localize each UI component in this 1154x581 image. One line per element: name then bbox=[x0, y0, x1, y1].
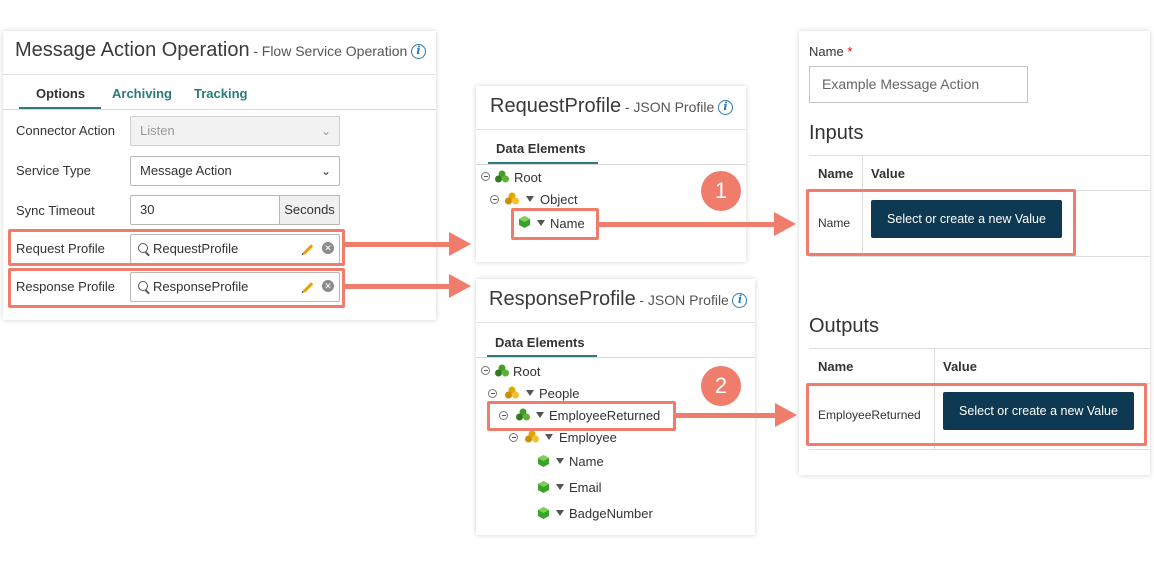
outputs-table-bottom bbox=[809, 449, 1150, 450]
tree-employee[interactable]: Employee bbox=[559, 430, 617, 445]
request-tab-divider bbox=[476, 164, 746, 165]
tab-active-indicator bbox=[19, 107, 101, 109]
response-profile-highlight bbox=[8, 268, 345, 308]
arrow-one-line bbox=[599, 222, 775, 227]
inputs-table-bottom bbox=[809, 256, 1150, 257]
outputs-title: Outputs bbox=[809, 315, 880, 337]
name-input[interactable]: Example Message Action bbox=[809, 66, 1028, 103]
arrow-response-line bbox=[345, 284, 450, 289]
arrow-request-head bbox=[449, 232, 471, 256]
tree-badge-number[interactable]: BadgeNumber bbox=[569, 506, 653, 521]
root-node-icon bbox=[495, 364, 509, 377]
outputs-row-highlight bbox=[806, 383, 1147, 446]
tree-people[interactable]: People bbox=[539, 386, 579, 401]
tab-options[interactable]: Options bbox=[36, 86, 85, 101]
arrow-request-line bbox=[345, 242, 450, 247]
collapse-icon[interactable] bbox=[481, 172, 490, 181]
employee-returned-highlight bbox=[487, 401, 676, 431]
sync-timeout-input[interactable]: 30 bbox=[130, 195, 280, 225]
object-node-icon bbox=[505, 192, 519, 205]
field-node-icon bbox=[538, 455, 549, 467]
response-title-row: ResponseProfile - JSON Profile i bbox=[489, 288, 748, 311]
response-title-divider bbox=[476, 322, 755, 323]
expand-triangle-icon[interactable] bbox=[556, 484, 564, 490]
info-icon[interactable]: i bbox=[732, 293, 748, 308]
outputs-col-name: Name bbox=[818, 359, 854, 374]
connector-action-value: Listen bbox=[140, 123, 175, 138]
service-type-select[interactable]: Message Action ⌄ bbox=[130, 156, 340, 186]
service-type-value: Message Action bbox=[140, 163, 232, 178]
arrow-two-head bbox=[775, 403, 797, 427]
expand-triangle-icon[interactable] bbox=[556, 510, 564, 516]
collapse-icon[interactable] bbox=[509, 433, 518, 442]
tree-email[interactable]: Email bbox=[569, 480, 602, 495]
operation-title-row: Message Action Operation - Flow Service … bbox=[15, 39, 426, 62]
people-node-icon bbox=[505, 386, 519, 399]
arrow-one-head bbox=[774, 212, 796, 236]
inputs-row-highlight bbox=[806, 189, 1076, 256]
expand-triangle-icon[interactable] bbox=[545, 434, 553, 440]
field-node-icon bbox=[538, 481, 549, 493]
tree-root[interactable]: Root bbox=[513, 364, 540, 379]
name-label-row: Name * bbox=[809, 44, 852, 59]
request-name-highlight bbox=[511, 208, 599, 240]
tree-root[interactable]: Root bbox=[514, 170, 541, 185]
info-icon[interactable]: i bbox=[410, 44, 426, 59]
inputs-col-value: Value bbox=[871, 166, 905, 181]
tree-name[interactable]: Name bbox=[569, 454, 604, 469]
expand-triangle-icon[interactable] bbox=[526, 390, 534, 396]
chevron-down-icon: ⌄ bbox=[320, 124, 331, 138]
expand-triangle-icon[interactable] bbox=[526, 196, 534, 202]
callout-one: 1 bbox=[701, 171, 741, 211]
operation-title: Message Action Operation bbox=[15, 39, 250, 61]
inputs-title: Inputs bbox=[809, 122, 864, 144]
outputs-col-value: Value bbox=[943, 359, 977, 374]
chevron-down-icon: ⌄ bbox=[320, 164, 331, 178]
outputs-table-top bbox=[809, 348, 1150, 349]
root-node-icon bbox=[495, 170, 509, 183]
request-profile-highlight bbox=[8, 229, 345, 266]
field-node-icon bbox=[538, 507, 549, 519]
tab-data-elements[interactable]: Data Elements bbox=[495, 335, 585, 350]
inputs-table-top bbox=[809, 155, 1150, 156]
required-mark: * bbox=[847, 44, 853, 59]
operation-subtitle: - Flow Service Operation bbox=[253, 43, 408, 59]
request-profile-subtitle: - JSON Profile bbox=[624, 99, 715, 115]
info-icon[interactable]: i bbox=[717, 100, 733, 115]
connector-action-label: Connector Action bbox=[16, 123, 116, 138]
tab-archiving[interactable]: Archiving bbox=[112, 86, 172, 101]
tree-object[interactable]: Object bbox=[540, 192, 578, 207]
request-profile-title: RequestProfile bbox=[490, 95, 622, 117]
arrow-response-head bbox=[449, 274, 471, 298]
tab-tracking[interactable]: Tracking bbox=[194, 86, 247, 101]
inputs-col-name: Name bbox=[818, 166, 854, 181]
sync-timeout-unit: Seconds bbox=[279, 195, 340, 225]
response-tab-divider bbox=[476, 357, 755, 358]
connector-action-select[interactable]: Listen ⌄ bbox=[130, 116, 340, 146]
request-title-divider bbox=[476, 129, 746, 130]
request-title-row: RequestProfile - JSON Profile i bbox=[490, 95, 733, 118]
collapse-icon[interactable] bbox=[490, 195, 499, 204]
arrow-two-line bbox=[676, 413, 776, 418]
collapse-icon[interactable] bbox=[488, 389, 497, 398]
employee-node-icon bbox=[525, 430, 539, 443]
expand-triangle-icon[interactable] bbox=[556, 458, 564, 464]
collapse-icon[interactable] bbox=[481, 366, 490, 375]
name-label: Name bbox=[809, 44, 844, 59]
response-profile-title: ResponseProfile bbox=[489, 288, 636, 310]
sync-timeout-label: Sync Timeout bbox=[16, 203, 95, 218]
tab-data-elements[interactable]: Data Elements bbox=[496, 141, 586, 156]
service-type-label: Service Type bbox=[16, 163, 91, 178]
response-profile-subtitle: - JSON Profile bbox=[639, 292, 729, 308]
callout-two: 2 bbox=[701, 366, 741, 406]
sync-timeout-value: 30 bbox=[140, 202, 155, 217]
